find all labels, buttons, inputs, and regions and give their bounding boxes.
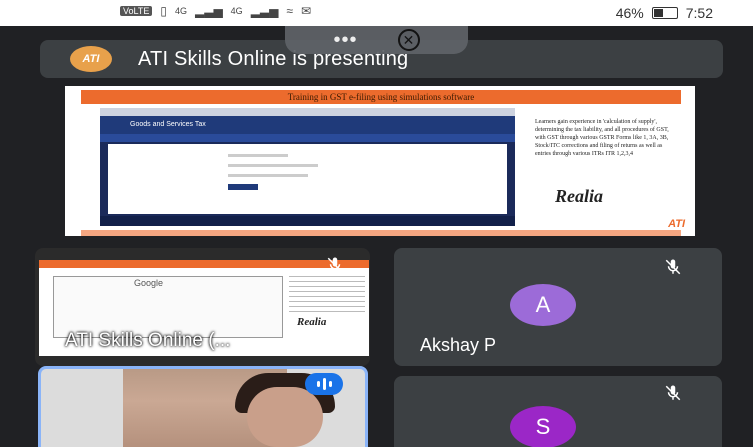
signal-bars-icon-2: ▂▃▅ bbox=[250, 4, 279, 18]
browser-subnav bbox=[100, 134, 515, 142]
form-line bbox=[228, 164, 318, 167]
battery-icon bbox=[651, 7, 678, 19]
status-bar: VoLTE ▯ 4G ▂▃▅ 4G ▂▃▅ ≈ ✉ 46% 7:52 bbox=[0, 0, 753, 26]
video-face bbox=[247, 387, 323, 447]
form-button bbox=[228, 184, 258, 190]
speaking-bar bbox=[322, 378, 326, 390]
more-horiz-icon[interactable]: ••• bbox=[333, 30, 357, 50]
signal-icon: ▯ bbox=[160, 4, 167, 18]
slide-notes: Learners gain experience in 'calculation… bbox=[535, 119, 669, 157]
volte-badge: VoLTE bbox=[120, 6, 153, 16]
speaking-indicator-icon bbox=[305, 373, 343, 395]
browser-nav: Goods and Services Tax bbox=[100, 116, 515, 134]
thumb-title-bar bbox=[39, 260, 369, 268]
thumb-notes bbox=[289, 272, 365, 312]
participant-video bbox=[123, 369, 335, 447]
wifi-icon: ≈ bbox=[286, 4, 293, 18]
status-left: VoLTE ▯ 4G ▂▃▅ 4G ▂▃▅ ≈ ✉ bbox=[120, 4, 311, 18]
signal-label-1: 4G bbox=[174, 6, 187, 16]
meet-app: ••• ✕ ATI ATI Skills Online is presentin… bbox=[0, 26, 753, 447]
slide-title: Training in GST e-filing using simulatio… bbox=[81, 90, 681, 104]
mail-icon: ✉ bbox=[300, 4, 312, 18]
avatar: A bbox=[510, 284, 576, 326]
ati-logo: ATI bbox=[70, 46, 112, 72]
self-video-tile[interactable] bbox=[38, 366, 368, 447]
slide-bottom-bar bbox=[81, 230, 681, 236]
thumb-window bbox=[53, 276, 283, 338]
thumb-realia-logo: Realia bbox=[297, 316, 327, 328]
participant-tile-akshay[interactable]: A Akshay P bbox=[394, 248, 722, 366]
browser-page bbox=[108, 144, 507, 214]
realia-logo: Realia bbox=[555, 186, 603, 206]
status-right: 46% 7:52 bbox=[616, 5, 713, 21]
form-line bbox=[228, 154, 288, 157]
screen-share-label: ATI Skills Online (... bbox=[65, 330, 231, 351]
ati-corner-logo: ATI bbox=[668, 218, 685, 230]
participant-tile-s[interactable]: S bbox=[394, 376, 722, 447]
overlay-controls: ••• ✕ bbox=[285, 26, 468, 54]
speaking-bar bbox=[328, 381, 332, 387]
signal-label-2: 4G bbox=[230, 6, 243, 16]
mic-off-icon bbox=[665, 259, 681, 275]
speaking-bar bbox=[316, 381, 320, 387]
mic-off-icon bbox=[327, 257, 343, 273]
avatar: S bbox=[510, 406, 576, 447]
presentation-view[interactable]: Training in GST e-filing using simulatio… bbox=[65, 86, 695, 236]
slide-browser-screenshot: Goods and Services Tax bbox=[100, 108, 515, 226]
mic-off-icon bbox=[665, 385, 681, 401]
clock: 7:52 bbox=[685, 5, 713, 21]
participant-name: Akshay P bbox=[420, 335, 497, 355]
browser-tabs bbox=[100, 108, 515, 116]
thumb-google-text: Google bbox=[134, 278, 164, 288]
signal-bars-icon: ▂▃▅ bbox=[194, 4, 223, 18]
screen-share-tile[interactable]: Google Realia ATI Skills Online (... bbox=[35, 248, 370, 366]
close-icon[interactable]: ✕ bbox=[397, 29, 420, 51]
battery-percent: 46% bbox=[615, 5, 644, 21]
browser-footer bbox=[100, 216, 515, 226]
form-line bbox=[228, 174, 308, 177]
